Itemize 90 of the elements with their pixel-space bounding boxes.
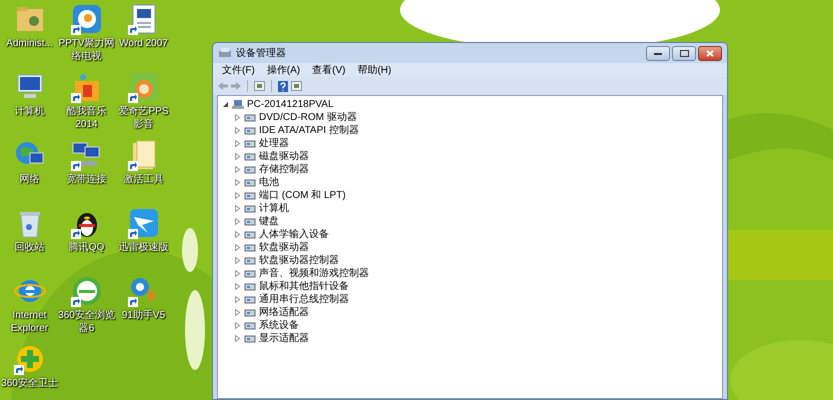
expand-icon[interactable] bbox=[234, 322, 241, 329]
device-icon bbox=[244, 255, 256, 266]
collapse-icon[interactable] bbox=[222, 101, 229, 108]
forward-icon[interactable] bbox=[231, 81, 241, 91]
tree-item[interactable]: DVD/CD-ROM 驱动器 bbox=[259, 111, 357, 124]
expand-icon[interactable] bbox=[234, 153, 241, 160]
tree-item[interactable]: 声音、视频和游戏控制器 bbox=[259, 267, 369, 280]
panel-icon[interactable] bbox=[254, 81, 265, 91]
device-icon bbox=[244, 112, 256, 123]
expand-icon[interactable] bbox=[234, 244, 241, 251]
device-icon bbox=[244, 216, 256, 227]
expand-icon[interactable] bbox=[234, 127, 241, 134]
icon-label: 360安全卫士 bbox=[1, 377, 58, 390]
icon-label: 宽带连接 bbox=[66, 173, 108, 186]
expand-icon[interactable] bbox=[234, 283, 241, 290]
device-icon bbox=[244, 294, 256, 305]
device-icon bbox=[244, 125, 256, 136]
tree-item[interactable]: 网络适配器 bbox=[259, 306, 309, 319]
tree-item[interactable]: 计算机 bbox=[259, 202, 289, 215]
tree-item[interactable]: 鼠标和其他指针设备 bbox=[259, 280, 349, 293]
tree-item[interactable]: PC-20141218PVAL bbox=[247, 98, 334, 111]
tree-item[interactable]: 通用串行总线控制器 bbox=[259, 293, 349, 306]
close-button[interactable] bbox=[698, 46, 722, 60]
expand-icon[interactable] bbox=[234, 296, 241, 303]
icon-label: 腾讯QQ bbox=[68, 241, 106, 254]
device-icon bbox=[244, 164, 256, 175]
tree-item[interactable]: IDE ATA/ATAPI 控制器 bbox=[259, 124, 359, 137]
device-icon bbox=[244, 177, 256, 188]
expand-icon[interactable] bbox=[234, 309, 241, 316]
device-icon bbox=[244, 138, 256, 149]
computer-icon bbox=[218, 47, 232, 59]
tree-item[interactable]: 磁盘驱动器 bbox=[259, 150, 309, 163]
menu-item[interactable]: 查看(V) bbox=[312, 62, 346, 78]
icon-label: 爱奇艺PPS影音 bbox=[117, 105, 170, 131]
device-icon bbox=[244, 190, 256, 201]
tree-item[interactable]: 电池 bbox=[259, 176, 279, 189]
icon-label: Internet Explorer bbox=[10, 309, 50, 335]
expand-icon[interactable] bbox=[234, 114, 241, 121]
back-icon[interactable] bbox=[218, 81, 228, 91]
menu-item[interactable]: 文件(F) bbox=[222, 62, 255, 78]
maximize-button[interactable] bbox=[672, 46, 696, 60]
window-title: 设备管理器 bbox=[236, 46, 286, 60]
menu-item[interactable]: 操作(A) bbox=[266, 62, 300, 78]
tree-item[interactable]: 处理器 bbox=[259, 137, 289, 150]
icon-label: 360安全浏览器6 bbox=[58, 309, 115, 335]
icon-label: 91助手V5 bbox=[120, 309, 166, 322]
close-icon bbox=[706, 50, 714, 56]
device-icon bbox=[244, 242, 256, 253]
tree-item[interactable]: 系统设备 bbox=[259, 319, 299, 332]
icon-label: Administ... bbox=[5, 37, 54, 50]
expand-icon[interactable] bbox=[234, 218, 241, 225]
device-icon bbox=[244, 281, 256, 292]
expand-icon[interactable] bbox=[234, 257, 241, 264]
expand-icon[interactable] bbox=[234, 205, 241, 212]
tree-item[interactable]: 端口 (COM 和 LPT) bbox=[259, 189, 346, 202]
icon-label: PPTV聚力网络电视 bbox=[58, 37, 115, 63]
device-icon bbox=[244, 268, 256, 279]
device-icon bbox=[244, 307, 256, 318]
icon-label: 回收站 bbox=[14, 241, 46, 254]
panel-icon[interactable] bbox=[291, 81, 302, 91]
expand-icon[interactable] bbox=[234, 335, 241, 342]
tree-item[interactable]: 人体学输入设备 bbox=[259, 228, 329, 241]
device-icon bbox=[244, 203, 256, 214]
icon-label: 迅雷极速版 bbox=[118, 241, 170, 254]
expand-icon[interactable] bbox=[234, 140, 241, 147]
maximize-icon bbox=[680, 50, 688, 56]
expand-icon[interactable] bbox=[234, 270, 241, 277]
tree-item[interactable]: 键盘 bbox=[259, 215, 279, 228]
device-icon bbox=[244, 333, 256, 344]
minimize-icon bbox=[654, 52, 662, 54]
menu-item[interactable]: 帮助(H) bbox=[357, 62, 392, 78]
icon-label: 酷我音乐 2014 bbox=[66, 105, 108, 131]
tree-item[interactable]: 显示适配器 bbox=[259, 332, 309, 345]
minimize-button[interactable] bbox=[646, 46, 670, 60]
icon-label: 激活工具 bbox=[122, 173, 164, 186]
tree-item[interactable]: 存储控制器 bbox=[259, 163, 309, 176]
device-icon bbox=[244, 320, 256, 331]
help-icon[interactable] bbox=[278, 80, 288, 92]
device-icon bbox=[244, 229, 256, 240]
icon-label: 计算机 bbox=[14, 105, 46, 118]
icon-label: 网络 bbox=[18, 173, 40, 186]
expand-icon[interactable] bbox=[234, 231, 241, 238]
device-icon bbox=[244, 151, 256, 162]
computer-icon bbox=[232, 99, 244, 110]
expand-icon[interactable] bbox=[234, 166, 241, 173]
expand-icon[interactable] bbox=[234, 179, 241, 186]
expand-icon[interactable] bbox=[234, 192, 241, 199]
icon-label: Word 2007 bbox=[118, 37, 169, 50]
tree-item[interactable]: 软盘驱动器 bbox=[259, 241, 309, 254]
tree-item[interactable]: 软盘驱动器控制器 bbox=[259, 254, 339, 267]
